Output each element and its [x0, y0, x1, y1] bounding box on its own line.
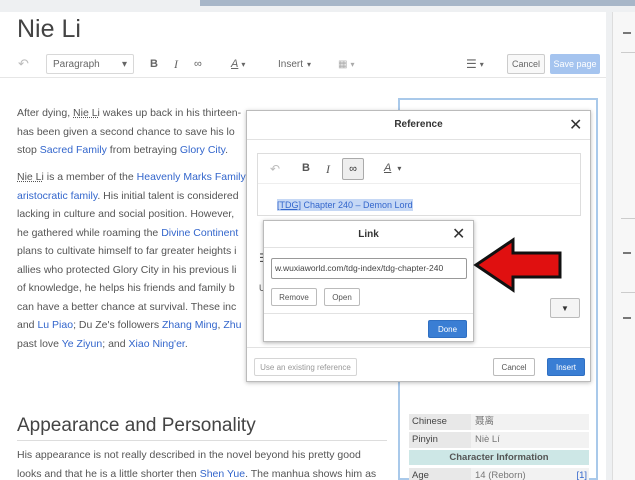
remove-link-button[interactable]: Remove: [271, 288, 317, 306]
chevron-down-icon: ▾: [241, 59, 246, 69]
link-divine-continent[interactable]: Divine Continent: [161, 227, 238, 239]
text-style-button[interactable]: A ▾: [231, 54, 245, 74]
panel-tab-mark[interactable]: [623, 317, 631, 319]
page-title: Nie Li: [17, 15, 81, 43]
italic-button[interactable]: I: [326, 162, 330, 177]
done-button[interactable]: Done: [428, 320, 467, 338]
text-style-icon: A: [384, 162, 392, 174]
text-style-button[interactable]: A ▾: [384, 162, 401, 174]
reference-link[interactable]: [1]: [576, 468, 589, 480]
italic-button[interactable]: I: [174, 54, 178, 74]
infobox-section-header: Character Information: [409, 450, 589, 465]
link-zhu[interactable]: Zhu: [223, 319, 241, 331]
top-strip: [200, 0, 635, 6]
chevron-down-icon: ▾: [397, 164, 402, 173]
link-popup-divider: [264, 247, 473, 248]
table-icon[interactable]: ▦ ▾: [338, 54, 354, 74]
link-zhang-ming[interactable]: Zhang Ming: [162, 319, 217, 331]
text-style-icon: A: [231, 58, 239, 70]
insert-label: Insert: [278, 58, 304, 70]
link-url-input[interactable]: w.wuxiaworld.com/tdg-index/tdg-chapter-2…: [271, 258, 467, 279]
panel-divider: [621, 52, 635, 53]
link-aristocratic-family[interactable]: aristocratic family: [17, 190, 97, 202]
link-popup-title: Link: [358, 229, 379, 240]
infobox-key: Pinyin: [409, 432, 471, 448]
infobox-key: Chinese: [409, 414, 471, 430]
insert-button[interactable]: Insert: [547, 358, 585, 376]
link-ye-ziyun[interactable]: Ye Ziyun: [62, 338, 102, 350]
article-paragraph-appearance: His appearance is not really described i…: [17, 449, 377, 480]
editor-toolbar: ↶ Paragraph ▾ B I ∞ A ▾ Insert ▾ ▦ ▾ ☰ ▾…: [0, 50, 606, 78]
save-page-button[interactable]: Save page: [550, 54, 600, 74]
bold-button[interactable]: B: [302, 162, 310, 174]
infobox-row-chinese: Chinese 聂离: [409, 414, 589, 430]
format-dropdown[interactable]: Paragraph ▾: [46, 54, 134, 74]
right-side-panel: [612, 12, 635, 480]
reference-editor[interactable]: ↶ B I ∞ A ▾ [TDG] Chapter 240 – Demon Lo…: [257, 153, 581, 216]
reference-tag-link[interactable]: [TDG]: [277, 200, 301, 210]
infobox-value: 14 (Reborn) [1]: [471, 468, 589, 480]
bold-button[interactable]: B: [150, 54, 158, 74]
undo-icon[interactable]: ↶: [18, 54, 29, 74]
link-shen-yue[interactable]: Shen Yue: [200, 468, 245, 480]
format-dropdown-label: Paragraph: [53, 58, 100, 70]
open-link-button[interactable]: Open: [324, 288, 360, 306]
chevron-down-icon: ▾: [307, 59, 312, 69]
close-icon[interactable]: ✕: [452, 227, 465, 243]
dialog-divider: [247, 139, 590, 140]
reference-editor-toolbar: ↶ B I ∞ A ▾: [258, 154, 580, 184]
link-icon[interactable]: ∞: [342, 158, 364, 180]
list-menu-icon[interactable]: ☰ ▾: [466, 54, 484, 74]
infobox-row-age: Age 14 (Reborn) [1]: [409, 468, 589, 480]
link-popup: Link ✕ w.wuxiaworld.com/tdg-index/tdg-ch…: [263, 220, 474, 342]
panel-divider: [621, 218, 635, 219]
reference-content[interactable]: [TDG] Chapter 240 – Demon Lord: [277, 199, 413, 211]
infobox-key: Age: [409, 468, 471, 480]
use-existing-reference-button[interactable]: Use an existing reference: [254, 358, 357, 376]
dialog-footer: Use an existing reference Cancel Insert: [247, 347, 590, 383]
close-icon[interactable]: ✕: [569, 118, 582, 134]
infobox-row-pinyin: Pinyin Niè Lí: [409, 432, 589, 448]
red-arrow-icon: [473, 237, 562, 293]
link-heavenly-marks-family[interactable]: Heavenly Marks Family: [137, 171, 246, 183]
link-sacred-family[interactable]: Sacred Family: [40, 144, 107, 156]
cancel-button[interactable]: Cancel: [493, 358, 535, 376]
link-xiao-ninger[interactable]: Xiao Ning'er: [129, 338, 185, 350]
cancel-button[interactable]: Cancel: [507, 54, 545, 74]
undo-icon[interactable]: ↶: [270, 162, 280, 176]
reference-group-select[interactable]: ▼: [550, 298, 580, 318]
insert-menu-button[interactable]: Insert ▾: [278, 54, 311, 74]
panel-tab-mark[interactable]: [623, 32, 631, 34]
link-icon[interactable]: ∞: [194, 54, 202, 74]
link-lu-piao[interactable]: Lu Piao: [37, 319, 73, 331]
panel-divider: [621, 292, 635, 293]
infobox-value: Niè Lí: [471, 432, 589, 448]
link-popup-divider: [264, 313, 473, 314]
chevron-down-icon: ▾: [121, 58, 127, 70]
infobox-value: 聂离: [471, 414, 589, 430]
panel-tab-mark[interactable]: [623, 252, 631, 254]
link-glory-city[interactable]: Glory City: [180, 144, 225, 156]
dialog-title: Reference: [394, 119, 443, 130]
section-heading-appearance: Appearance and Personality: [17, 415, 387, 441]
